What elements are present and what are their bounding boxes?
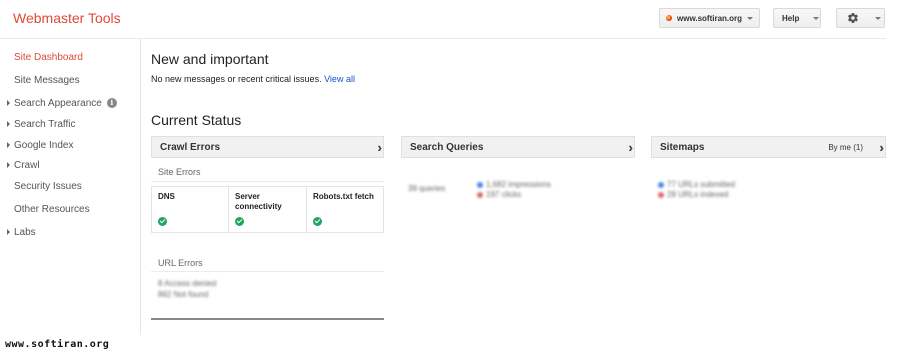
- legend-dot-icon: [658, 191, 664, 198]
- sidebar-item-label: Search Traffic: [14, 118, 76, 130]
- help-label: Help: [782, 13, 800, 23]
- panel-title: Search Queries: [410, 141, 484, 153]
- expand-triangle-icon: [7, 142, 10, 148]
- sidebar: Site Dashboard Site Messages Search Appe…: [0, 39, 141, 335]
- check-circle-icon: [235, 217, 244, 226]
- gear-icon: [848, 12, 858, 24]
- expand-triangle-icon: [7, 229, 10, 235]
- divider: [151, 271, 384, 272]
- panel-title: Crawl Errors: [160, 141, 221, 153]
- sidebar-item-labs[interactable]: Labs: [0, 222, 140, 242]
- panel-title: Sitemaps: [660, 141, 705, 153]
- current-status-title: Current Status: [151, 112, 242, 128]
- site-favicon-icon: [666, 15, 672, 21]
- crawl-errors-panel-header[interactable]: Crawl Errors ››: [151, 136, 384, 158]
- double-chevron-right-icon[interactable]: ››: [377, 140, 380, 155]
- site-selector-label: www.softiran.org: [677, 13, 743, 23]
- sidebar-item-search-appearance[interactable]: Search Appearance i: [0, 93, 140, 113]
- site-error-label: DNS: [158, 192, 175, 201]
- notice-text: No new messages or recent critical issue…: [151, 74, 355, 84]
- check-circle-icon: [158, 217, 167, 226]
- site-error-label: Server connectivity: [235, 192, 282, 211]
- header: Webmaster Tools www.softiran.org Help: [0, 0, 900, 38]
- legend-dot-icon: [658, 181, 664, 188]
- check-circle-icon: [313, 217, 322, 226]
- double-chevron-right-icon[interactable]: ››: [628, 140, 631, 155]
- double-chevron-right-icon[interactable]: ››: [879, 140, 882, 155]
- sidebar-item-label: Security Issues: [14, 180, 82, 192]
- expand-triangle-icon: [7, 121, 10, 127]
- site-errors-grid: DNS Server connectivity Robots.txt fetch: [151, 186, 384, 233]
- view-all-link[interactable]: View all: [324, 74, 355, 84]
- divider: [151, 181, 384, 182]
- sidebar-item-label: Site Dashboard: [14, 51, 83, 63]
- clicks-text: 197 clicks: [486, 190, 522, 199]
- chevron-down-icon: [747, 16, 754, 20]
- sidebar-item-label: Google Index: [14, 139, 74, 151]
- chevron-down-icon: [875, 16, 881, 20]
- sidebar-item-security-issues[interactable]: Security Issues: [0, 176, 140, 196]
- notice-message: No new messages or recent critical issue…: [151, 74, 322, 84]
- url-errors-label: URL Errors: [158, 258, 203, 268]
- by-me-filter[interactable]: By me (1): [828, 143, 863, 152]
- impressions-line: 1,682 impressions: [477, 180, 551, 189]
- url-error-access-denied[interactable]: 8 Access denied: [158, 279, 216, 288]
- search-queries-panel-header[interactable]: Search Queries ››: [401, 136, 635, 158]
- url-error-not-found[interactable]: 862 Not found: [158, 290, 208, 299]
- panel-bottom-rule: [151, 318, 384, 320]
- urls-indexed-text: 28 URLs indexed: [667, 190, 729, 199]
- site-errors-label: Site Errors: [158, 167, 201, 177]
- sidebar-item-label: Labs: [14, 226, 36, 238]
- sidebar-item-site-dashboard[interactable]: Site Dashboard: [0, 47, 140, 67]
- legend-dot-icon: [477, 191, 483, 198]
- sidebar-item-crawl[interactable]: Crawl: [0, 155, 140, 175]
- urls-indexed-line: 28 URLs indexed: [658, 190, 728, 199]
- site-error-label: Robots.txt fetch: [313, 192, 374, 201]
- sidebar-item-label: Crawl: [14, 159, 40, 171]
- sidebar-item-search-traffic[interactable]: Search Traffic: [0, 114, 140, 134]
- sidebar-item-site-messages[interactable]: Site Messages: [0, 70, 140, 90]
- chevron-down-icon: [813, 16, 820, 20]
- settings-button[interactable]: [836, 8, 885, 28]
- urls-submitted-line: 77 URLs submitted: [658, 180, 735, 189]
- sitemaps-panel-header[interactable]: Sitemaps By me (1) ››: [651, 136, 886, 158]
- site-error-cell-robots[interactable]: Robots.txt fetch: [307, 187, 383, 232]
- sidebar-item-label: Site Messages: [14, 74, 80, 86]
- clicks-line: 197 clicks: [477, 190, 521, 199]
- expand-triangle-icon: [7, 162, 10, 168]
- impressions-text: 1,682 impressions: [486, 180, 551, 189]
- legend-dot-icon: [477, 181, 483, 188]
- sidebar-item-label: Other Resources: [14, 203, 90, 215]
- site-error-cell-dns[interactable]: DNS: [152, 187, 229, 232]
- expand-triangle-icon: [7, 100, 10, 106]
- urls-submitted-text: 77 URLs submitted: [667, 180, 736, 189]
- site-selector[interactable]: www.softiran.org: [659, 8, 760, 28]
- sidebar-item-other-resources[interactable]: Other Resources: [0, 199, 140, 219]
- sidebar-item-google-index[interactable]: Google Index: [0, 135, 140, 155]
- help-button[interactable]: Help: [773, 8, 821, 28]
- sidebar-item-label: Search Appearance: [14, 97, 102, 109]
- app-title[interactable]: Webmaster Tools: [13, 10, 121, 26]
- watermark: www.softiran.org: [5, 339, 110, 350]
- info-icon[interactable]: i: [106, 98, 117, 108]
- new-and-important-title: New and important: [151, 51, 269, 67]
- site-error-cell-server[interactable]: Server connectivity: [229, 187, 307, 232]
- queries-count: 39 queries: [408, 184, 446, 193]
